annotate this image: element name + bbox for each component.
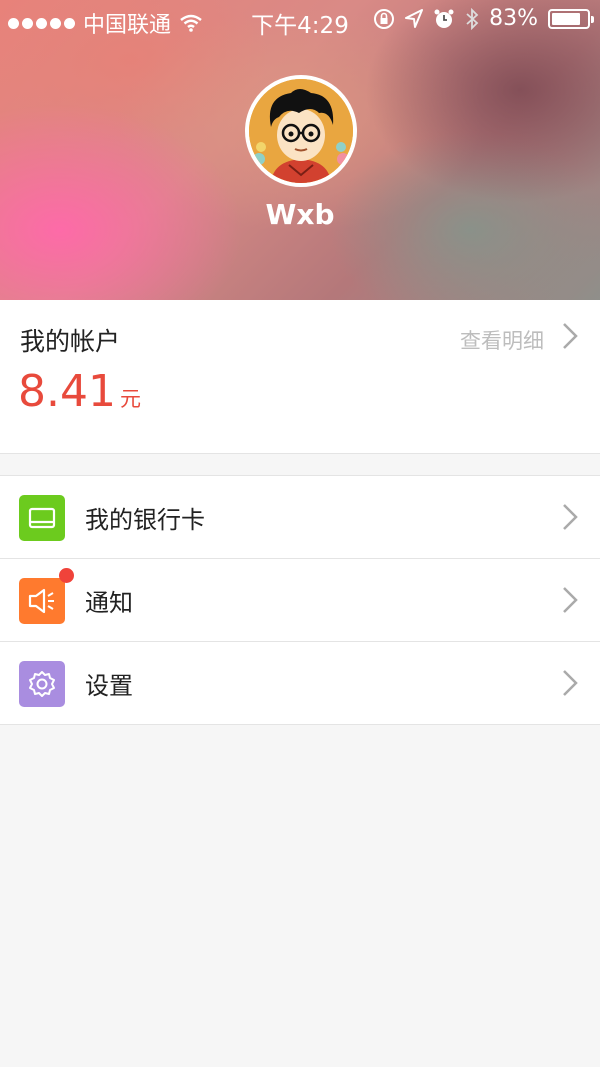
account-card[interactable]: 我的帐户 查看明细 8.41 元 [0,300,600,454]
username: Wxb [265,198,335,231]
avatar[interactable] [245,75,357,187]
chevron-right-icon [563,670,578,696]
rotation-lock-icon [374,8,395,29]
menu-item-label: 通知 [85,589,133,617]
speaker-icon [19,578,65,624]
menu-item-bank-card[interactable]: 我的银行卡 [0,476,600,559]
chevron-right-icon [563,504,578,530]
location-icon [405,8,424,28]
chevron-right-icon [563,323,578,349]
balance-unit: 元 [119,387,141,411]
bank-card-icon [19,495,65,541]
bluetooth-icon [466,7,479,30]
menu-item-label: 我的银行卡 [85,506,205,534]
chevron-right-icon [563,587,578,613]
account-title: 我的帐户 [20,327,121,356]
avatar-image [249,79,353,183]
menu-item-label: 设置 [85,672,133,700]
view-details-link[interactable]: 查看明细 [460,325,544,355]
notification-badge [59,568,74,583]
battery-percent: 83% [489,6,538,31]
menu-item-notifications[interactable]: 通知 [0,559,600,642]
gear-icon [19,661,65,707]
menu-item-settings[interactable]: 设置 [0,642,600,725]
status-right: 83% [373,6,594,31]
battery-level-fill [552,12,580,25]
battery-icon [548,8,594,29]
balance-amount: 8.41 [18,366,116,417]
balance: 8.41 元 [18,366,141,417]
menu-list: 我的银行卡 通知 设置 [0,475,600,725]
alarm-icon [434,9,454,28]
status-bar: 中国联通 下午4:29 83% [0,0,600,40]
profile-header: 中国联通 下午4:29 83% Wxb [0,0,600,300]
